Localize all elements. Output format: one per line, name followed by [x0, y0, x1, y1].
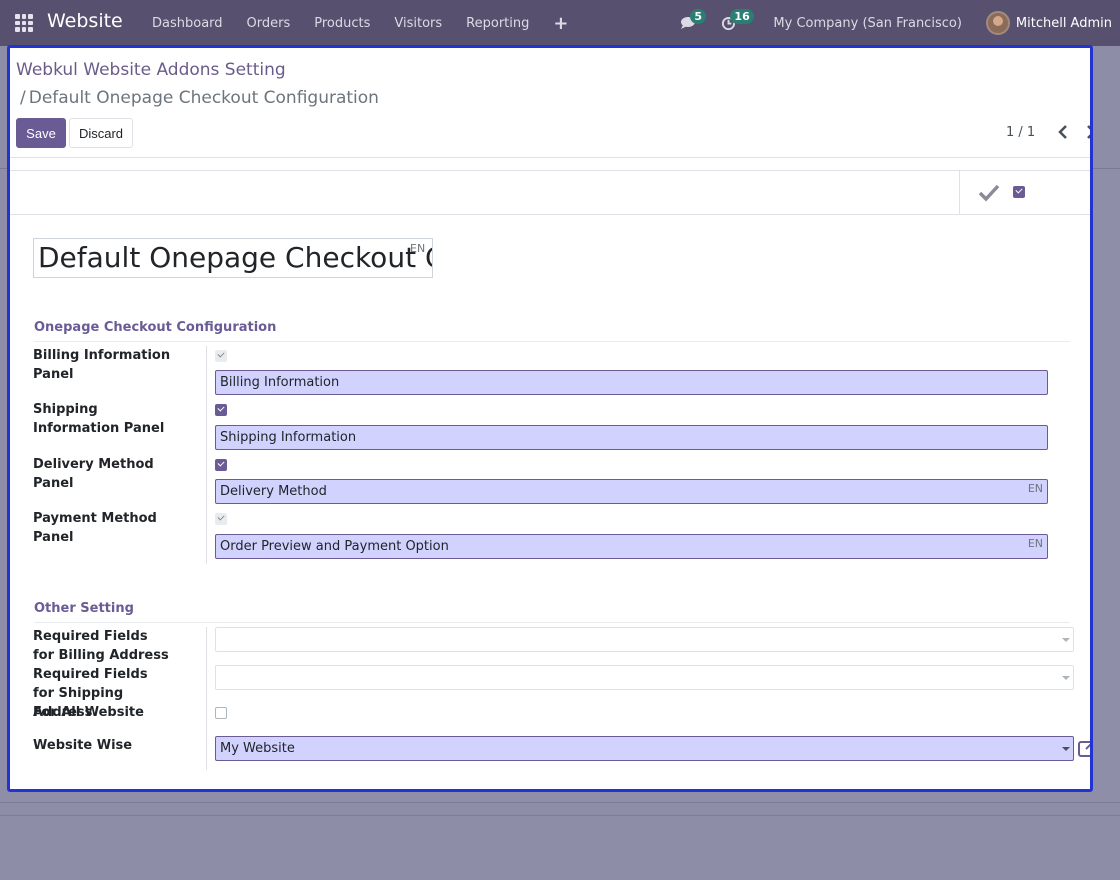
shipping-panel-label: Shipping Information Panel — [33, 402, 165, 436]
section-other-title: Other Setting — [34, 601, 1070, 623]
delivery-lang-badge[interactable]: EN — [1028, 477, 1043, 500]
billing-panel-label: Billing Information Panel — [33, 348, 171, 382]
settings-modal: Webkul Website Addons Setting / Default O… — [7, 45, 1093, 792]
shipping-panel-checkbox[interactable] — [215, 404, 227, 416]
shipping-panel-input-value: Shipping Information — [220, 430, 357, 445]
payment-panel-checkbox[interactable] — [215, 513, 227, 525]
apps-grid-icon[interactable] — [15, 14, 33, 32]
save-button[interactable]: Save — [16, 118, 66, 148]
chevron-left-icon[interactable] — [1054, 122, 1072, 142]
status-buttons — [959, 171, 1089, 215]
shipping-required-select[interactable] — [215, 665, 1074, 690]
billing-panel-input-value: Billing Information — [220, 375, 340, 390]
website-wise-label: Website Wise — [33, 738, 133, 753]
menu-products[interactable]: Products — [302, 16, 382, 31]
breadcrumb-root[interactable]: Webkul Website Addons Setting — [16, 60, 286, 80]
top-navbar: Website Dashboard Orders Products Visito… — [0, 0, 1120, 46]
breadcrumb: / Default Onepage Checkout Configuration — [20, 88, 379, 108]
breadcrumb-separator: / — [20, 88, 26, 108]
delivery-panel-label: Delivery Method Panel — [33, 457, 154, 491]
delivery-panel-checkbox[interactable] — [215, 459, 227, 471]
group-divider — [206, 346, 207, 564]
external-link-icon[interactable] — [1077, 737, 1093, 759]
menu-dashboard[interactable]: Dashboard — [140, 16, 235, 31]
chevron-right-icon[interactable] — [1082, 122, 1093, 142]
billing-panel-checkbox[interactable] — [215, 350, 227, 362]
section-onepage-title: Onepage Checkout Configuration — [34, 320, 1070, 342]
menu-orders[interactable]: Orders — [235, 16, 303, 31]
form-statusbar — [10, 170, 1090, 215]
activities-button[interactable]: 16 — [713, 0, 754, 46]
all-website-checkbox[interactable] — [215, 707, 227, 719]
all-website-label: For All Website — [33, 705, 144, 720]
record-name-field[interactable]: Default Onepage Checkout C — [33, 238, 433, 278]
billing-required-label: Required Fields for Billing Address — [33, 629, 169, 663]
payment-lang-badge[interactable]: EN — [1028, 532, 1043, 555]
caret-down-icon — [1062, 676, 1070, 680]
breadcrumb-current: Default Onepage Checkout Configuration — [28, 88, 379, 108]
discard-button[interactable]: Discard — [69, 118, 133, 148]
website-wise-select[interactable]: My Website — [215, 736, 1074, 761]
pager-value[interactable]: 1 / 1 — [1006, 125, 1035, 140]
main-menu: Dashboard Orders Products Visitors Repor… — [140, 0, 580, 46]
billing-panel-input[interactable]: Billing Information — [215, 370, 1048, 395]
messages-button[interactable]: 5 — [673, 0, 707, 46]
navbar-systray: 5 16 My Company (San Francisco) Mitchell… — [673, 0, 1120, 46]
menu-visitors[interactable]: Visitors — [382, 16, 454, 31]
caret-down-icon — [1062, 638, 1070, 642]
avatar[interactable] — [985, 11, 1010, 35]
payment-panel-input[interactable]: Order Preview and Payment Option EN — [215, 534, 1048, 559]
messages-count-badge: 5 — [690, 9, 707, 24]
onepage-config-group: Billing Information Panel Billing Inform… — [33, 346, 1083, 568]
shipping-panel-input[interactable]: Shipping Information — [215, 425, 1048, 450]
website-wise-value: My Website — [220, 741, 295, 756]
menu-reporting[interactable]: Reporting — [454, 16, 541, 31]
app-brand[interactable]: Website — [47, 10, 123, 32]
user-menu[interactable]: Mitchell Admin — [1016, 16, 1112, 31]
group-divider — [206, 627, 207, 770]
control-panel: Webkul Website Addons Setting / Default O… — [10, 48, 1090, 158]
payment-panel-input-value: Order Preview and Payment Option — [220, 539, 449, 554]
caret-down-icon — [1062, 747, 1070, 751]
company-switcher[interactable]: My Company (San Francisco) — [773, 16, 961, 31]
check-icon[interactable] — [978, 184, 1000, 202]
delivery-panel-input[interactable]: Delivery Method EN — [215, 479, 1048, 504]
background-footer — [0, 803, 1120, 816]
activities-count-badge: 16 — [730, 9, 754, 24]
active-toggle-checkbox[interactable] — [1013, 186, 1025, 198]
billing-required-select[interactable] — [215, 627, 1074, 652]
payment-panel-label: Payment Method Panel — [33, 511, 157, 545]
delivery-panel-input-value: Delivery Method — [220, 484, 327, 499]
other-settings-group: Required Fields for Billing Address Requ… — [33, 627, 1090, 772]
record-name-lang-badge[interactable]: EN — [410, 242, 425, 255]
plus-icon[interactable]: + — [541, 13, 580, 34]
